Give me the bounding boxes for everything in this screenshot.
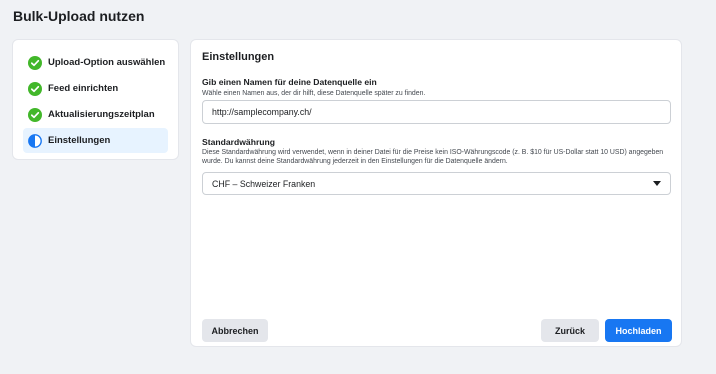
steps-panel: Upload-Option auswählen Feed einrichten … xyxy=(12,39,179,160)
step-label: Aktualisierungszeitplan xyxy=(48,109,155,120)
half-circle-icon xyxy=(28,133,42,148)
step-label: Upload-Option auswählen xyxy=(48,57,166,68)
page-title: Bulk-Upload nutzen xyxy=(13,8,145,24)
caret-down-icon xyxy=(653,181,661,186)
section-title: Einstellungen xyxy=(202,51,275,63)
check-circle-icon xyxy=(28,55,42,70)
datasource-name-label: Gib einen Namen für deine Datenquelle ei… xyxy=(202,77,377,87)
step-upload-option[interactable]: Upload-Option auswählen xyxy=(23,50,168,75)
check-circle-icon xyxy=(28,107,42,122)
currency-select[interactable]: CHF – Schweizer Franken xyxy=(202,172,671,195)
datasource-name-help: Wähle einen Namen aus, der dir hilft, di… xyxy=(202,90,426,97)
currency-label: Standardwährung xyxy=(202,137,276,147)
currency-help: Diese Standardwährung wird verwendet, we… xyxy=(202,149,664,165)
upload-button[interactable]: Hochladen xyxy=(605,319,672,342)
step-feed-setup[interactable]: Feed einrichten xyxy=(23,76,168,101)
back-button[interactable]: Zurück xyxy=(541,319,599,342)
settings-card: Einstellungen Gib einen Namen für deine … xyxy=(190,39,682,347)
step-label: Feed einrichten xyxy=(48,83,119,94)
step-label: Einstellungen xyxy=(48,135,111,146)
currency-select-value: CHF – Schweizer Franken xyxy=(212,178,316,189)
step-settings[interactable]: Einstellungen xyxy=(23,128,168,153)
datasource-name-input[interactable]: http://samplecompany.ch/ xyxy=(202,100,671,124)
cancel-button[interactable]: Abbrechen xyxy=(202,319,268,342)
check-circle-icon xyxy=(28,81,42,96)
step-schedule[interactable]: Aktualisierungszeitplan xyxy=(23,102,168,127)
